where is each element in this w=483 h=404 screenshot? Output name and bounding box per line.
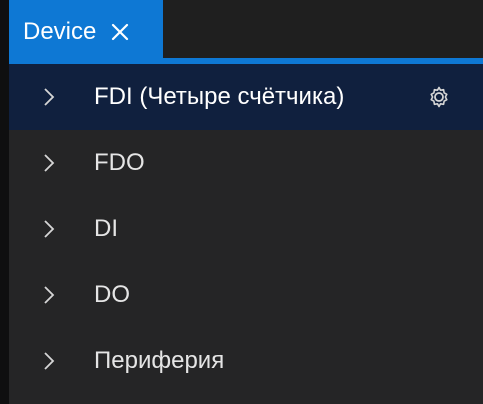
device-tree: FDI (Четыре счётчика) FDO DI DO Перифери…: [9, 64, 483, 394]
device-panel: Device FDI (Четыре счётчика) FDO DI DO П…: [0, 0, 483, 404]
tree-item-di[interactable]: DI: [9, 196, 483, 262]
gear-icon[interactable]: [427, 85, 451, 109]
chevron-right-icon[interactable]: [42, 85, 56, 109]
tree-item-label: DO: [94, 281, 130, 308]
tree-item-fdo[interactable]: FDO: [9, 130, 483, 196]
tree-item-label: FDI (Четыре счётчика): [94, 83, 345, 110]
chevron-right-icon[interactable]: [42, 349, 56, 373]
chevron-right-icon[interactable]: [42, 151, 56, 175]
chevron-right-icon[interactable]: [42, 283, 56, 307]
tree-item-fdi[interactable]: FDI (Четыре счётчика): [9, 64, 483, 130]
tree-item-label: FDO: [94, 149, 145, 176]
tree-item-label: Периферия: [94, 347, 225, 374]
tab-device[interactable]: Device: [9, 0, 163, 64]
tree-item-periphery[interactable]: Периферия: [9, 328, 483, 394]
tab-device-label: Device: [23, 18, 97, 45]
chevron-right-icon[interactable]: [42, 217, 56, 241]
tree-item-label: DI: [94, 215, 118, 242]
tab-bar: Device: [9, 0, 483, 64]
tree-item-do[interactable]: DO: [9, 262, 483, 328]
close-icon[interactable]: [108, 20, 132, 44]
